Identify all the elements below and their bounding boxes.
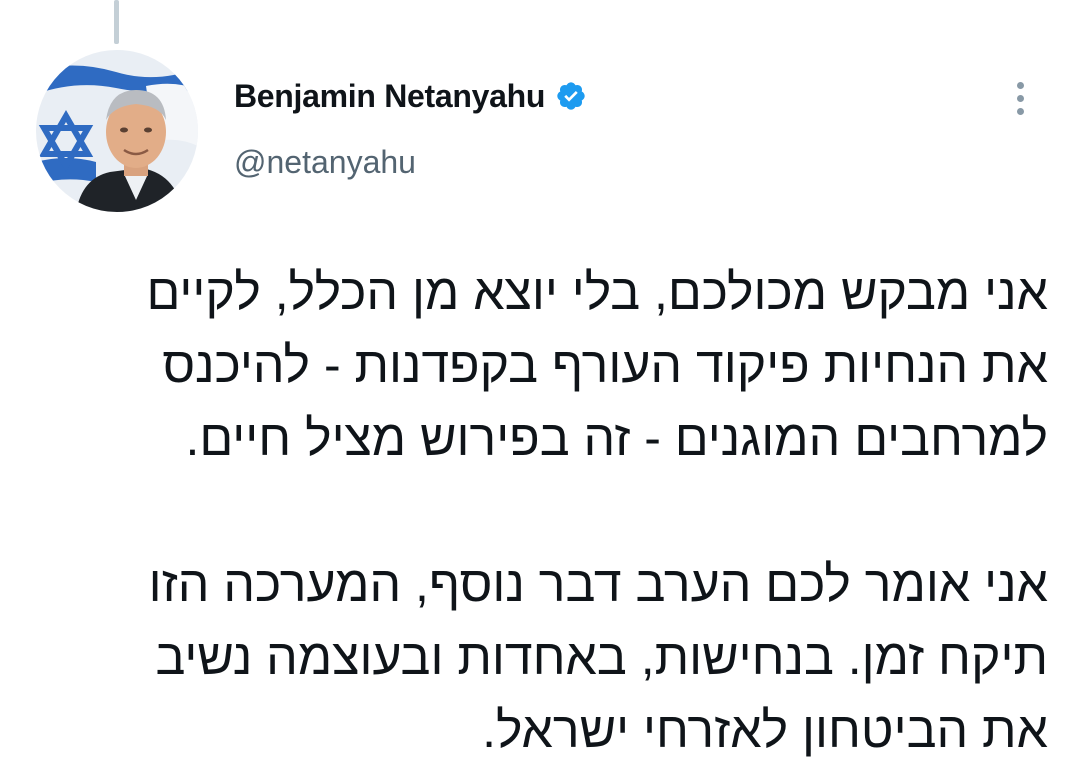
avatar[interactable]	[36, 50, 198, 212]
author-display-name[interactable]: Benjamin Netanyahu	[234, 78, 545, 115]
tweet-line: למרחבים המוגנים - זה בפירוש מציל חיים.	[185, 410, 1049, 466]
more-dot	[1016, 81, 1024, 89]
more-dot	[1016, 107, 1024, 115]
tweet-paragraph: אני אומר לכם הערב דבר נוסף, המערכה הזו ת…	[100, 548, 1048, 765]
tweet-line: אני מבקש מכולכם, בלי יוצא מן הכלל, לקיים	[146, 264, 1049, 320]
tweet-line: את הביטחון לאזרחי ישראל.	[482, 702, 1048, 758]
author-handle[interactable]: @netanyahu	[234, 144, 416, 181]
tweet-view: Benjamin Netanyahu @netanyahu אני מבקש מ…	[0, 0, 1074, 765]
profile-photo	[36, 50, 198, 212]
tweet-line: את הנחיות פיקוד העורף בקפדנות - להיכנס	[162, 337, 1048, 393]
tweet-text: אני מבקש מכולכם, בלי יוצא מן הכלל, לקיים…	[100, 256, 1049, 765]
tweet-paragraph: אני מבקש מכולכם, בלי יוצא מן הכלל, לקיים…	[100, 256, 1049, 475]
tweet-line: אני אומר לכם הערב דבר נוסף, המערכה הזו	[148, 556, 1048, 612]
thread-connector-line	[114, 0, 119, 44]
tweet-line: תיקח זמן. בנחישות, באחדות ובעוצמה נשיב	[155, 629, 1048, 685]
more-options-icon[interactable]	[1004, 76, 1036, 120]
verified-badge-icon	[555, 80, 587, 112]
author-name-row[interactable]: Benjamin Netanyahu	[234, 74, 587, 118]
more-dot	[1016, 94, 1024, 102]
